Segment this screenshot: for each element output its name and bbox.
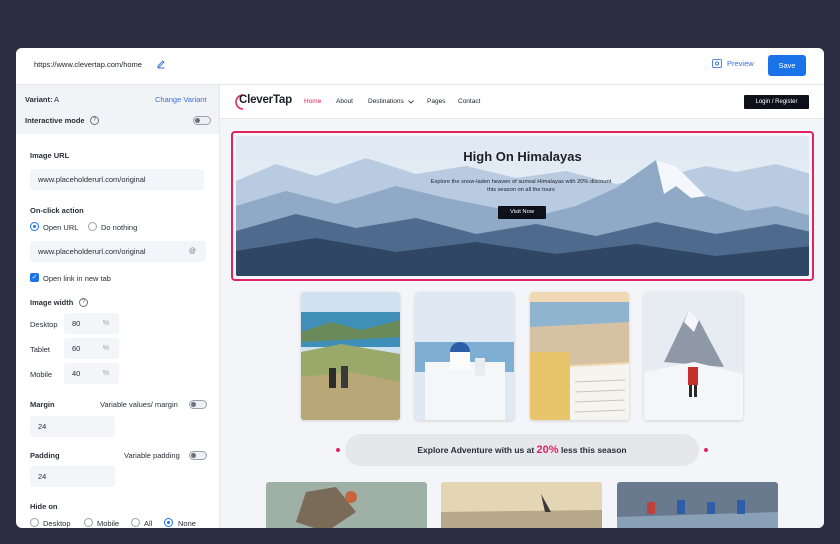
mobile-width-input[interactable]: 40% [64,363,119,384]
site-navbar: CleverTap Home About Destinations Pages … [220,85,824,119]
banner-title: High On Himalayas [463,149,582,164]
site-logo[interactable]: CleverTap [239,94,292,106]
hide-mobile-label: Mobile [97,519,120,528]
preview-canvas: CleverTap Home About Destinations Pages … [220,85,824,528]
promo-left-dot [336,448,340,452]
onclick-url-value: www.placeholderurl.com/original [38,247,146,256]
preview-icon [712,59,722,68]
matterhorn-image [644,292,743,420]
hide-on-label: Hide on [30,502,58,511]
change-variant-link[interactable]: Change Variant [155,95,207,104]
image-url-label: Image URL [30,151,70,160]
nav-home[interactable]: Home [304,98,321,105]
save-button[interactable]: Save [768,55,806,76]
adventure-card-climbing[interactable] [266,482,427,528]
promo-banner: Explore Adventure with us at 20% less th… [345,434,699,466]
settings-panel: Variant: A Change Variant Interactive mo… [16,85,220,528]
interactive-mode-toggle[interactable] [193,116,211,125]
hide-desktop-radio[interactable] [30,518,39,527]
hide-mobile-radio[interactable] [84,518,93,527]
destination-card-santorini[interactable] [415,292,514,420]
climbing-image [266,482,427,528]
selected-banner-frame[interactable]: High On Himalayas Explore the snow-laden… [231,131,814,281]
margin-label: Margin [30,400,55,409]
desktop-width-input[interactable]: 80% [64,313,119,334]
desktop-label: Desktop [30,320,58,329]
padding-value: 24 [38,472,47,481]
nav-destinations[interactable]: Destinations [368,98,404,105]
open-new-tab-label: Open link in new tab [43,274,111,283]
variable-padding-label: Variable padding [124,451,180,460]
at-icon: @ [188,248,196,255]
hide-all-label: All [144,519,153,528]
pencil-icon[interactable] [156,59,166,69]
promo-pre-text: Explore Adventure with us at [417,445,537,455]
hide-none-label: None [178,519,196,528]
nav-contact[interactable]: Contact [458,98,480,105]
promo-right-dot [704,448,708,452]
visit-now-button[interactable]: Visit Now [498,206,546,219]
margin-value: 24 [38,422,47,431]
percent-unit: % [102,370,109,377]
sunset-image [441,482,602,528]
open-new-tab-checkbox[interactable]: ✓ [30,273,39,282]
image-width-label: Image width [30,298,74,307]
login-register-button[interactable]: Login / Register [744,95,809,109]
help-icon[interactable]: ? [90,116,99,125]
coast-hikers-image [301,292,400,420]
tablet-width-value: 60 [72,344,81,353]
hide-none-radio[interactable] [164,518,173,527]
promo-highlight: 20% [536,444,559,456]
nav-pages[interactable]: Pages [427,98,445,105]
preview-button[interactable]: Preview [712,59,754,68]
tablet-width-input[interactable]: 60% [64,338,119,359]
tablet-label: Tablet [30,345,51,354]
mobile-width-value: 40 [72,369,81,378]
promo-post-text: less this season [558,445,627,455]
open-url-radio[interactable] [30,222,39,231]
image-url-input[interactable]: www.placeholderurl.com/original [30,169,204,190]
desktop-width-value: 80 [72,319,81,328]
adventure-card-sunset[interactable] [441,482,602,528]
preview-label: Preview [727,59,754,68]
variable-padding-toggle[interactable] [189,451,207,460]
santorini-image [415,292,514,420]
open-url-label: Open URL [43,223,79,232]
padding-input[interactable]: 24 [30,466,115,487]
hero-banner[interactable]: High On Himalayas Explore the snow-laden… [236,136,809,276]
interactive-mode-label: Interactive mode [25,116,85,125]
onclick-url-input[interactable]: www.placeholderurl.com/original @ [30,241,206,262]
adventure-card-rafting[interactable] [617,482,778,528]
destination-card-village[interactable] [530,292,629,420]
help-icon[interactable]: ? [79,298,88,307]
variable-margin-label: Variable values/ margin [100,400,178,409]
destination-card-matterhorn[interactable] [644,292,743,420]
variable-margin-toggle[interactable] [189,400,207,409]
padding-label: Padding [30,451,60,460]
image-url-value: www.placeholderurl.com/original [38,175,146,184]
mobile-label: Mobile [30,370,53,379]
village-stairs-image [530,292,629,420]
nav-about[interactable]: About [336,98,353,105]
percent-unit: % [102,320,109,327]
top-bar: https://www.clevertap.com/home Preview S… [16,48,824,85]
onclick-label: On-click action [30,206,84,215]
rafting-image [617,482,778,528]
banner-subtitle: Explore the snow-laden heaven of surreal… [430,179,612,193]
margin-input[interactable]: 24 [30,416,115,437]
do-nothing-radio[interactable] [88,222,97,231]
destination-card-coast[interactable] [301,292,400,420]
page-url: https://www.clevertap.com/home [34,60,142,69]
hide-all-radio[interactable] [131,518,140,527]
variant-header: Variant: A Change Variant Interactive mo… [16,85,219,134]
chevron-down-icon [408,100,414,104]
variant-value: A [54,95,60,104]
percent-unit: % [102,345,109,352]
variant-label: Variant: [25,95,53,104]
hide-desktop-label: Desktop [43,519,71,528]
do-nothing-label: Do nothing [101,223,138,232]
editor-window: https://www.clevertap.com/home Preview S… [16,48,824,528]
